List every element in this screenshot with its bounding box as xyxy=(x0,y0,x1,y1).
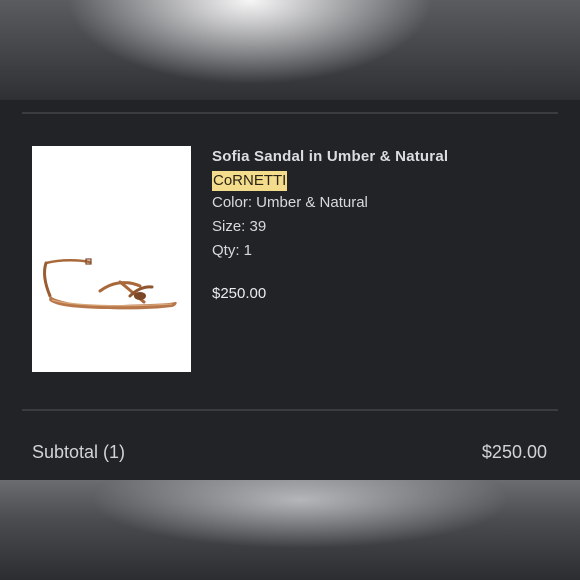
subtotal-label: Subtotal (1) xyxy=(32,442,126,462)
blurred-background-bottom xyxy=(0,480,580,580)
blurred-background-top xyxy=(0,0,580,100)
product-info: Sofia Sandal in Umber & Natural CoRNETTI… xyxy=(212,147,552,302)
product-name[interactable]: Sofia Sandal in Umber & Natural xyxy=(212,147,552,171)
divider-top xyxy=(22,112,558,114)
product-image[interactable] xyxy=(32,146,191,372)
subtotal-value: $250.00 xyxy=(481,442,547,462)
product-size: Size: 39 xyxy=(212,218,267,235)
product-price: $250.00 xyxy=(212,285,267,302)
product-qty: Qty: 1 xyxy=(212,242,253,259)
cart-item-panel: Sofia Sandal in Umber & Natural CoRNETTI… xyxy=(0,100,580,480)
divider-bottom xyxy=(22,409,558,411)
sandal-image xyxy=(43,258,177,310)
product-color: Color: Umber & Natural xyxy=(212,194,368,211)
brand-name[interactable]: CoRNETTI xyxy=(212,171,288,191)
